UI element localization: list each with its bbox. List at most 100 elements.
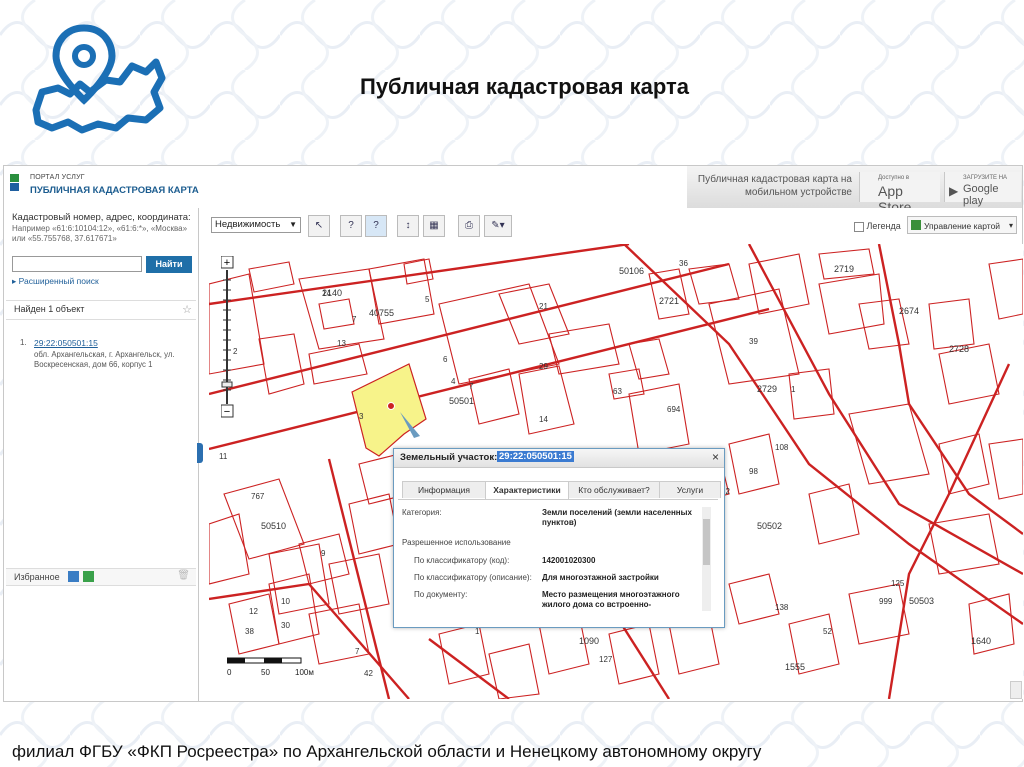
advanced-search-link[interactable]: ▸ Расширенный поиск <box>12 276 99 287</box>
parcel-label: 2719 <box>834 264 854 274</box>
popup-title-value[interactable]: 29:22:050501:15 <box>497 451 574 462</box>
parcel-label: 7 <box>355 647 360 656</box>
slide-footer: филиал ФГБУ «ФКП Росреестра» по Архангел… <box>12 742 762 761</box>
permitted-use-label: Разрешенное использование <box>402 538 511 547</box>
measure-tool-button[interactable]: ↕ <box>397 215 419 237</box>
advanced-search-label: Расширенный поиск <box>18 276 99 286</box>
rosreestr-map-logo <box>28 22 168 148</box>
building-tool-button[interactable]: ▦ <box>423 215 445 237</box>
tab-characteristics[interactable]: Характеристики <box>485 481 569 499</box>
parcel-label: 127 <box>599 655 613 664</box>
find-button[interactable]: Найти <box>146 256 192 273</box>
chevron-down-icon: ▼ <box>289 220 297 229</box>
info-tool-button[interactable]: ? <box>365 215 387 237</box>
chevron-down-icon: ▾ <box>1008 221 1013 230</box>
document-value: Место размещения многоэтажного жилого до… <box>542 590 680 609</box>
help-icon: ? <box>348 220 354 231</box>
popup-title-label: Земельный участок: <box>400 452 498 463</box>
zoom-control[interactable]: + − <box>221 256 234 418</box>
scale-label-50: 50 <box>261 668 270 677</box>
building-icon: ▦ <box>429 220 439 231</box>
play-icon: ▶ <box>949 184 959 198</box>
results-header: Найден 1 объект ☆ <box>6 300 196 320</box>
map-toolbar: Недвижимость ▼ ↖ ? ? ↕ ▦ ⎙ ✎▾ Легенда Уп… <box>204 208 1022 242</box>
map-scroll-corner[interactable] <box>1010 681 1022 699</box>
parcel-label: 39 <box>749 337 758 346</box>
tools-button[interactable]: ✎▾ <box>484 215 512 237</box>
app-header: ПОРТАЛ УСЛУГ ПУБЛИЧНАЯ КАДАСТРОВАЯ КАРТА… <box>4 166 1022 215</box>
tab-who-serves[interactable]: Кто обслуживает? <box>568 481 660 498</box>
portal-name: ПОРТАЛ УСЛУГ <box>30 174 85 181</box>
pointer-icon: ↖ <box>314 220 324 231</box>
layer-select[interactable]: Недвижимость ▼ <box>211 217 301 233</box>
scale-label-0: 0 <box>227 668 232 677</box>
scale-ruler <box>227 657 302 664</box>
parcel-label: 98 <box>749 467 758 476</box>
document-label: По документу: <box>414 590 468 599</box>
googleplay-button[interactable]: ▶ ЗАГРУЗИТЕ НА Google play <box>944 172 1021 207</box>
popup-titlebar: Земельный участок: 29:22:050501:15 × <box>394 449 724 468</box>
parcel-label: 1640 <box>971 636 991 646</box>
parcel-label: 694 <box>667 405 681 414</box>
tab-services[interactable]: Услуги <box>659 481 721 498</box>
chevron-right-icon: ▸ <box>12 276 19 286</box>
parcel-label: 42 <box>364 669 373 678</box>
parcel-label: 30 <box>281 621 290 630</box>
portal-title[interactable]: ПУБЛИЧНАЯ КАДАСТРОВАЯ КАРТА <box>30 185 199 196</box>
classifier-code-value: 142001020300 <box>542 556 596 565</box>
googleplay-label: Google play <box>963 183 999 207</box>
parcel-label: 1090 <box>579 636 599 646</box>
appstore-small-label: Доступно в <box>878 175 910 181</box>
parcel-label: 14 <box>539 415 548 424</box>
close-icon[interactable]: × <box>712 450 719 464</box>
favorites-add-icon[interactable] <box>68 571 79 582</box>
svg-text:−: − <box>224 406 230 418</box>
result-number: 1. <box>20 338 27 347</box>
parcel-label: 767 <box>251 492 265 501</box>
parcel-label: 108 <box>775 443 789 452</box>
parcel-label: 2721 <box>659 296 679 306</box>
search-panel: Кадастровый номер, адрес, координата: На… <box>4 208 199 701</box>
print-button[interactable]: ⎙ <box>458 215 480 237</box>
googleplay-small-label: ЗАГРУЗИТЕ НА <box>963 175 1008 181</box>
parcel-label: 125 <box>891 579 905 588</box>
parcel-label: 50501 <box>449 396 474 406</box>
parcel-label: 7 <box>352 315 357 324</box>
trash-icon[interactable]: 🗑 <box>177 570 190 581</box>
popup-scroll-thumb[interactable] <box>703 519 710 565</box>
manage-map-label: Управление картой <box>924 221 1001 231</box>
legend-checkbox[interactable]: Легенда <box>854 221 901 232</box>
appstore-button[interactable]: Доступно в App Store <box>859 172 940 215</box>
parcel-label: 50510 <box>261 521 286 531</box>
result-cadastral-link[interactable]: 29:22:050501:15 <box>34 338 98 348</box>
portal-logo-icon <box>10 174 19 191</box>
parcel-label: 9 <box>321 549 326 558</box>
favorites-label: Избранное <box>14 572 60 582</box>
search-input[interactable] <box>12 256 142 272</box>
parcel-label: 10 <box>281 597 290 606</box>
parcel-label: 1 <box>791 385 796 394</box>
mobile-promo: Публичная кадастровая карта на мобильном… <box>687 166 1022 215</box>
parcel-label: 13 <box>337 339 346 348</box>
promo-text: Публичная кадастровая карта на мобильном… <box>697 174 852 198</box>
star-icon[interactable]: ☆ <box>182 303 192 316</box>
parcel-label: 2140 <box>322 288 342 298</box>
identify-tool-button[interactable]: ? <box>340 215 362 237</box>
category-value: Земли поселений (земли населенных пункто… <box>542 508 692 527</box>
layer-select-value: Недвижимость <box>215 219 281 230</box>
parcel-marker <box>387 402 395 410</box>
question-icon: ? <box>373 220 379 231</box>
select-tool-button[interactable]: ↖ <box>308 215 330 237</box>
excel-export-icon[interactable] <box>83 571 94 582</box>
popup-content: Категория: Земли поселений (земли населе… <box>398 499 718 624</box>
search-hint: Например «61:6:10104:12», «61:6:*», «Мос… <box>12 224 188 243</box>
parcel-label: 5 <box>425 295 430 304</box>
parcel-label: 2729 <box>757 384 777 394</box>
zoom-slider: + − <box>221 256 234 418</box>
tab-information[interactable]: Информация <box>402 481 486 498</box>
parcel-label: 63 <box>613 387 622 396</box>
panel-collapse-handle[interactable] <box>197 443 203 463</box>
scale-bar: 0 50 100м <box>227 656 314 682</box>
parcel-label: 999 <box>879 597 893 606</box>
manage-map-button[interactable]: Управление картой ▾ <box>907 216 1017 234</box>
